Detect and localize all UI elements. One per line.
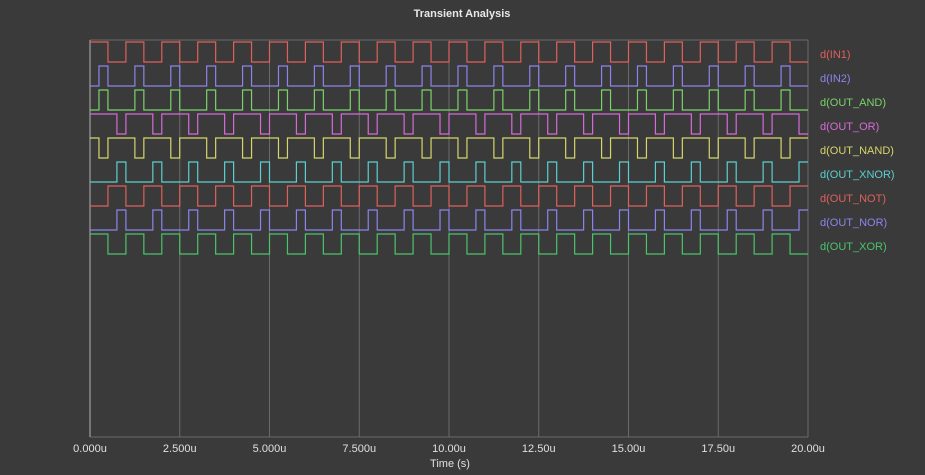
x-tick-labels: 0.000u 2.500u 5.000u 7.500u 10.00u 12.50u 15.0… [73, 443, 825, 455]
x-tick-label: 10.00u [432, 443, 466, 455]
legend-entry: d(OUT_NAND) [820, 145, 894, 157]
legend-entry: d(OUT_XOR) [820, 241, 887, 253]
trace-d-out-nor- [90, 209, 808, 231]
legend-entry: d(IN2) [820, 73, 851, 85]
transient-analysis-chart: Transient Analysis 0.000u 2.500u 5.000u 7.5… [73, 8, 895, 470]
trace-d-out-xor- [90, 233, 808, 255]
trace-d-out-or- [90, 113, 808, 135]
trace-d-out-not- [90, 185, 808, 207]
x-tick-label: 12.50u [522, 443, 556, 455]
x-tick-label: 5.000u [253, 443, 287, 455]
legend-entry: d(OUT_AND) [820, 97, 886, 109]
x-tick-label: 15.00u [612, 443, 646, 455]
trace-d-out-xnor- [90, 161, 808, 183]
chart-title: Transient Analysis [414, 8, 511, 20]
x-tick-label: 2.500u [163, 443, 197, 455]
legend-entry: d(IN1) [820, 49, 851, 61]
legend: d(IN1) d(IN2) d(OUT_AND) d(OUT_OR) d(OUT_NAN… [820, 49, 895, 253]
trace-d-in1- [90, 41, 808, 63]
legend-entry: d(OUT_OR) [820, 121, 879, 133]
legend-entry: d(OUT_NOR) [820, 217, 887, 229]
legend-entry: d(OUT_XNOR) [820, 169, 895, 181]
legend-entry: d(OUT_NOT) [820, 193, 886, 205]
x-tick-label: 0.000u [73, 443, 107, 455]
x-tick-label: 20.00u [791, 443, 825, 455]
x-tick-label: 17.50u [701, 443, 735, 455]
x-tick-label: 7.500u [342, 443, 376, 455]
x-axis-label: Time (s) [430, 458, 470, 470]
